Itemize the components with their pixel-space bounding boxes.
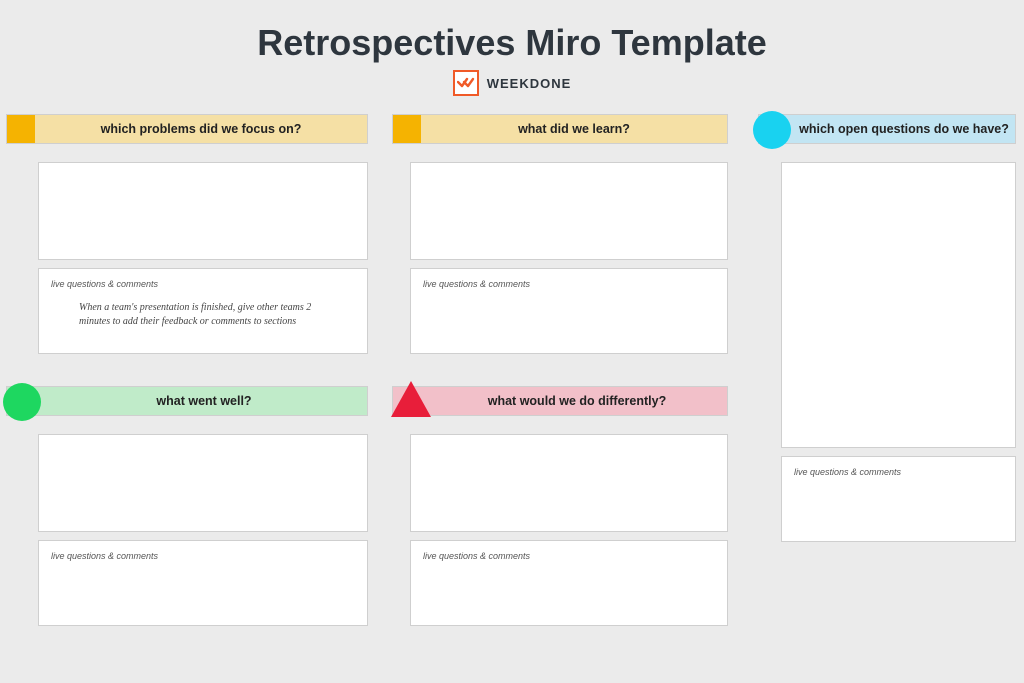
section-title: what went well? bbox=[41, 394, 367, 408]
comments-body bbox=[423, 289, 715, 309]
section-differently[interactable]: what would we do differently? live quest… bbox=[392, 386, 728, 626]
brand-name: WEEKDONE bbox=[487, 76, 572, 91]
comments-body bbox=[794, 477, 1003, 497]
content-panel[interactable] bbox=[38, 162, 368, 260]
section-header-learn[interactable]: what did we learn? bbox=[392, 114, 728, 144]
content-panel[interactable] bbox=[38, 434, 368, 532]
comments-panel[interactable]: live questions & comments bbox=[781, 456, 1016, 542]
section-problems[interactable]: which problems did we focus on? live que… bbox=[6, 114, 368, 354]
section-header-problems[interactable]: which problems did we focus on? bbox=[6, 114, 368, 144]
comments-label: live questions & comments bbox=[423, 279, 715, 289]
circle-icon bbox=[3, 383, 41, 421]
square-icon bbox=[7, 115, 35, 143]
section-title: what did we learn? bbox=[421, 122, 727, 136]
comments-body: When a team's presentation is finished, … bbox=[51, 289, 355, 336]
comments-body bbox=[51, 561, 355, 581]
square-icon bbox=[393, 115, 421, 143]
board-canvas[interactable]: which problems did we focus on? live que… bbox=[0, 96, 1024, 679]
comments-panel[interactable]: live questions & comments When a team's … bbox=[38, 268, 368, 354]
brand-row: WEEKDONE bbox=[0, 64, 1024, 96]
comments-panel[interactable]: live questions & comments bbox=[410, 540, 728, 626]
comments-label: live questions & comments bbox=[51, 279, 355, 289]
section-header-wentwell[interactable]: what went well? bbox=[6, 386, 368, 416]
section-went-well[interactable]: what went well? live questions & comment… bbox=[6, 386, 368, 626]
comments-label: live questions & comments bbox=[794, 467, 1003, 477]
weekdone-logo-icon bbox=[453, 70, 479, 96]
section-title: what would we do differently? bbox=[427, 394, 727, 408]
content-panel[interactable] bbox=[781, 162, 1016, 448]
comments-panel[interactable]: live questions & comments bbox=[410, 268, 728, 354]
section-title: which open questions do we have? bbox=[793, 122, 1015, 136]
section-learn[interactable]: what did we learn? live questions & comm… bbox=[392, 114, 728, 354]
section-header-open[interactable]: which open questions do we have? bbox=[758, 114, 1016, 144]
comments-label: live questions & comments bbox=[423, 551, 715, 561]
circle-icon bbox=[753, 111, 791, 149]
comments-panel[interactable]: live questions & comments bbox=[38, 540, 368, 626]
section-header-differently[interactable]: what would we do differently? bbox=[392, 386, 728, 416]
comments-body bbox=[423, 561, 715, 581]
triangle-icon bbox=[391, 381, 431, 417]
section-open-questions[interactable]: which open questions do we have? live qu… bbox=[758, 114, 1016, 542]
comments-label: live questions & comments bbox=[51, 551, 355, 561]
page-title: Retrospectives Miro Template bbox=[0, 0, 1024, 64]
content-panel[interactable] bbox=[410, 162, 728, 260]
section-title: which problems did we focus on? bbox=[35, 122, 367, 136]
content-panel[interactable] bbox=[410, 434, 728, 532]
